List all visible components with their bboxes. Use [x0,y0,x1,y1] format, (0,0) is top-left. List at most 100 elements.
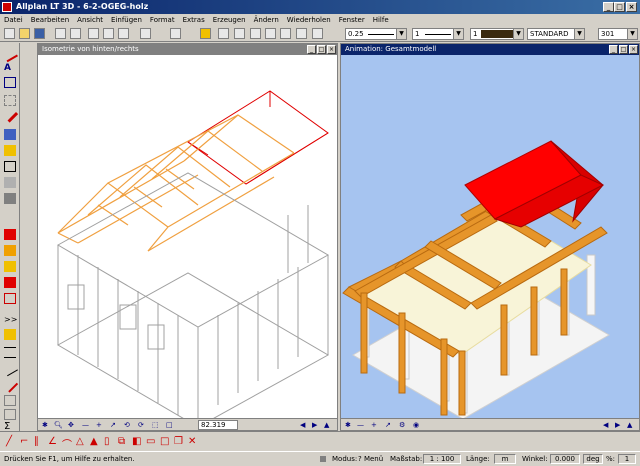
pane-maximize-button[interactable]: □ [317,45,326,54]
print-icon[interactable] [55,28,66,39]
image-icon[interactable] [250,28,261,39]
length-unit-field[interactable]: m [494,454,516,464]
copy-page-icon[interactable]: ⧉ [118,436,125,447]
pane-minimize-button[interactable]: _ [609,45,618,54]
opening-tool-icon[interactable] [4,293,16,304]
menu-wiederholen[interactable]: Wiederholen [287,16,331,24]
view-icon[interactable] [265,28,276,39]
menu-format[interactable]: Format [150,16,175,24]
zoom-icon[interactable]: 🔍︎ [54,421,63,429]
menu-datei[interactable]: Datei [4,16,23,24]
print-preview-icon[interactable] [70,28,81,39]
calculator-icon[interactable] [234,28,245,39]
zoom-in-icon[interactable]: + [371,421,377,429]
layer-number-field[interactable]: 301 ▼ [598,28,638,40]
asterisk-icon[interactable]: ✱ [42,421,48,429]
isometric-view-window[interactable]: Isometrie von hinten/rechts _ □ × ✱ 🔍︎ ✥… [37,43,338,431]
page-icon[interactable]: ▯ [104,436,110,447]
minimize-button[interactable]: _ [603,2,614,12]
window-icon[interactable] [280,28,291,39]
camera-icon[interactable]: ◉ [413,421,419,429]
rotate-icon[interactable]: ⟲ [124,421,130,429]
grid-icon[interactable] [296,28,307,39]
arc-icon[interactable]: ⌒ [62,436,72,451]
color-select[interactable]: 1 ▼ [470,28,524,40]
cursor-icon[interactable]: ↗ [110,421,116,429]
dimension-tool-icon[interactable] [4,77,16,88]
pane-maximize-button[interactable]: □ [619,45,628,54]
menu-aendern[interactable]: Ändern [254,16,279,24]
copy-icon[interactable]: ❐ [174,436,183,447]
arrow-right-icon[interactable]: ▶ [615,421,620,429]
menu-extras[interactable]: Extras [183,16,205,24]
close-button[interactable]: × [626,2,637,12]
pen-thickness-select[interactable]: 0.25 ▼ [345,28,407,40]
angle-unit-field[interactable]: deg [583,454,603,464]
scale-field[interactable]: 1 : 100 [423,454,461,464]
select-tool-icon[interactable] [4,129,16,140]
arrow-up-icon[interactable]: ▲ [627,421,632,429]
app-icon[interactable] [2,2,12,12]
paste-icon[interactable] [118,28,129,39]
triangle-filled-icon[interactable]: ▲ [90,436,98,447]
arrow-left-icon[interactable]: ◀ [300,421,305,429]
zoom-factor-field[interactable]: 82.319 [198,420,238,430]
wall-tool-icon[interactable] [4,145,16,156]
menu-ansicht[interactable]: Ansicht [77,16,103,24]
roof-tool-icon[interactable] [4,229,16,240]
pan-icon[interactable]: ✥ [68,421,74,429]
undo-icon[interactable] [140,28,151,39]
move-tool-icon[interactable] [4,395,16,406]
copy-tool-icon[interactable] [4,409,16,420]
arrow-right-icon[interactable]: ▶ [312,421,317,429]
slab-tool-icon[interactable] [4,277,16,288]
line-tool-icon[interactable] [2,46,18,63]
percent-field[interactable]: 1 [618,454,636,464]
point-tool-icon[interactable]: ╱ [6,436,12,447]
maximize-button[interactable]: □ [614,2,625,12]
pane-close-button[interactable]: × [629,45,638,54]
pane-close-button[interactable]: × [327,45,336,54]
settings-icon[interactable]: ⚙ [399,421,405,429]
zoom-out-icon[interactable]: — [82,421,89,429]
beam-tool-icon[interactable] [4,245,16,256]
refresh-icon[interactable]: ⟳ [138,421,144,429]
delete-icon[interactable]: ✕ [188,436,196,447]
menu-fenster[interactable]: Fenster [339,16,365,24]
triangle-icon[interactable]: △ [76,436,84,447]
pane-minimize-button[interactable]: _ [307,45,316,54]
pencil-tool-icon[interactable] [1,106,19,123]
save-icon[interactable] [34,28,45,39]
menu-erzeugen[interactable]: Erzeugen [213,16,246,24]
door-tool-icon[interactable] [4,193,16,204]
line-point-icon[interactable]: ⌐ [20,436,28,447]
animation-window[interactable]: Animation: Gesamtmodell _ □ × ✱ — + ↗ ⚙ … [340,43,640,431]
copy-icon[interactable] [103,28,114,39]
format-icon[interactable] [218,28,229,39]
stair-tool-icon[interactable] [4,161,16,172]
offset-tool-icon[interactable] [2,360,18,377]
text-tool-icon[interactable]: A [4,63,16,74]
parallel-icon[interactable]: ∥ [34,436,39,447]
menu-hilfe[interactable]: Hilfe [373,16,389,24]
style-select[interactable]: STANDARD ▼ [527,28,585,40]
line-type-select[interactable]: 1 ▼ [412,28,464,40]
rectangle-icon[interactable]: ▭ [146,436,155,447]
expand-palette-icon[interactable]: >> [4,315,17,326]
help-icon[interactable] [312,28,323,39]
modify-tool-icon[interactable] [4,329,16,340]
column-tool-icon[interactable] [4,261,16,272]
angle-field[interactable]: 0.000 [550,454,580,464]
asterisk-icon[interactable]: ✱ [345,421,351,429]
window-tool-icon[interactable] [4,177,16,188]
angle-icon[interactable]: ∠ [48,436,57,447]
menu-bearbeiten[interactable]: Bearbeiten [31,16,69,24]
arrow-left-icon[interactable]: ◀ [603,421,608,429]
mirror-icon[interactable]: ◧ [132,436,141,447]
parallel-tool-icon[interactable] [4,347,16,358]
frame-icon[interactable]: □ [166,421,173,429]
trim-tool-icon[interactable] [1,376,19,393]
cube-icon[interactable]: ⬚ [152,421,159,429]
redo-icon[interactable] [170,28,181,39]
zoom-out-icon[interactable]: — [357,421,364,429]
